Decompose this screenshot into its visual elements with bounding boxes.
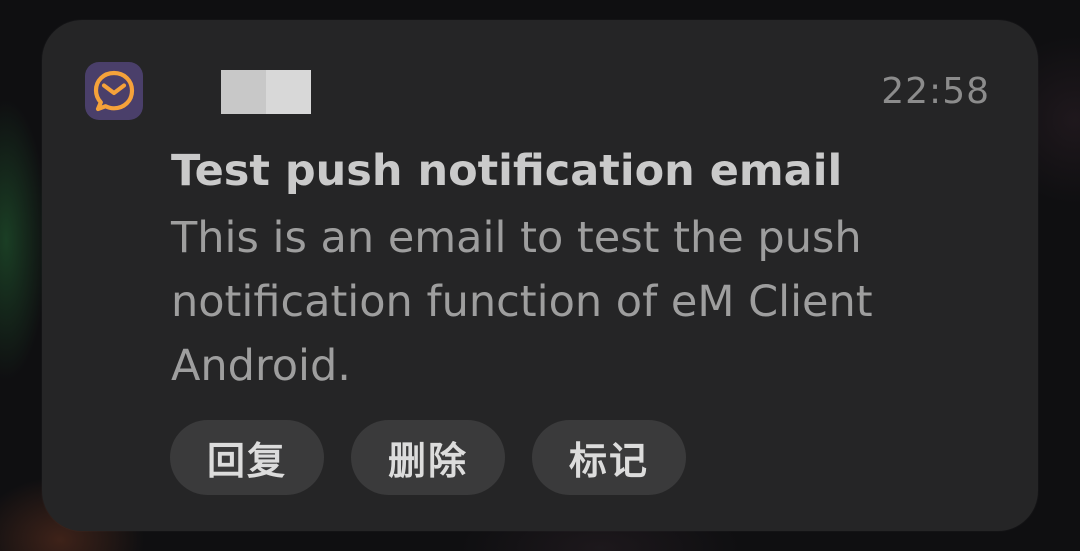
notification-actions: 回复 删除 标记 — [170, 420, 686, 495]
delete-button[interactable]: 删除 — [351, 420, 505, 495]
notification-time: 22:58 — [881, 71, 990, 112]
flag-button[interactable]: 标记 — [532, 420, 686, 495]
sender-name-redacted — [221, 70, 311, 114]
reply-button[interactable]: 回复 — [170, 420, 324, 495]
mail-chat-icon — [93, 70, 135, 112]
notification-body: This is an email to test the push notifi… — [171, 213, 873, 391]
app-icon — [85, 62, 143, 120]
notification-title: Test push notification email — [171, 146, 843, 196]
notification-card[interactable]: 22:58 Test push notification email This … — [42, 20, 1038, 531]
